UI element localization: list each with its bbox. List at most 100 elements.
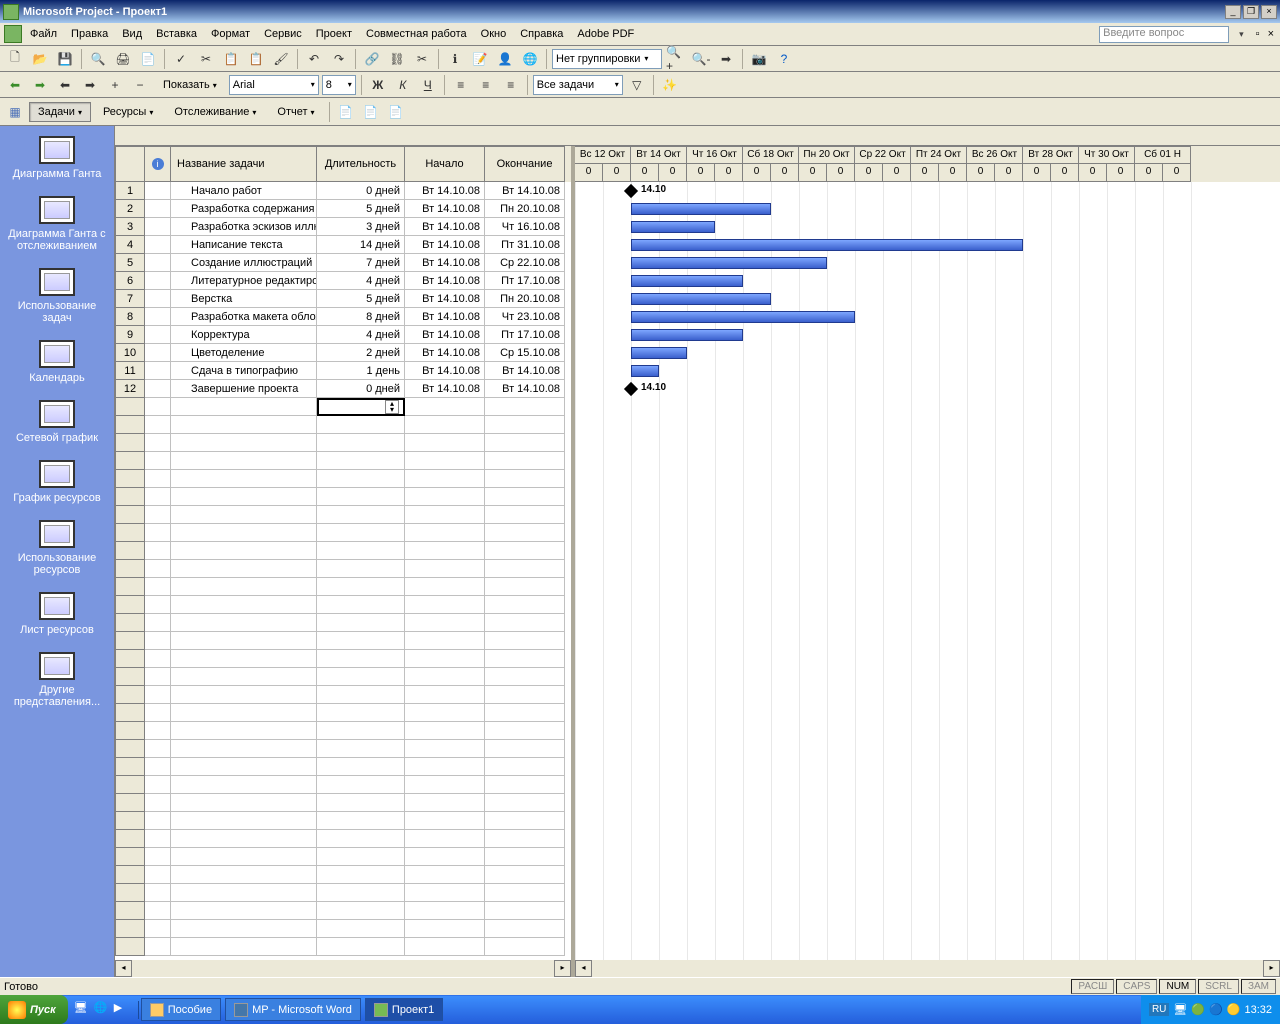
new-button[interactable]: 🗋 — [4, 48, 26, 70]
table-row[interactable] — [115, 704, 571, 722]
copy-picture-button[interactable]: 📷 — [748, 48, 770, 70]
pdf-button-1[interactable]: 📄 — [335, 101, 357, 123]
table-row[interactable] — [115, 884, 571, 902]
close-button[interactable]: × — [1261, 5, 1277, 19]
gantt-bar[interactable] — [631, 257, 827, 269]
tray-icon-1[interactable]: 🖥 — [1173, 1003, 1187, 1016]
taskbar-task-2[interactable]: MP - Microsoft Word — [225, 998, 361, 1021]
table-row[interactable]: 8Разработка макета обложки8 днейВт 14.10… — [115, 308, 571, 326]
gantt-milestone[interactable] — [624, 382, 638, 396]
menu-edit[interactable]: Правка — [65, 25, 114, 43]
wizard-button[interactable]: ✨ — [659, 74, 681, 96]
menu-tools[interactable]: Сервис — [258, 25, 308, 43]
table-row[interactable]: 5Создание иллюстраций7 днейВт 14.10.08Ср… — [115, 254, 571, 272]
table-row[interactable] — [115, 650, 571, 668]
restore-button[interactable]: ❐ — [1243, 5, 1259, 19]
gantt-bar[interactable] — [631, 293, 771, 305]
pdf-button-2[interactable]: 📄 — [360, 101, 382, 123]
doc-restore-button[interactable]: ▫ — [1254, 28, 1262, 40]
view-item-7[interactable]: Лист ресурсов — [0, 582, 114, 642]
table-row[interactable]: 10Цветоделение2 днейВт 14.10.08Ср 15.10.… — [115, 344, 571, 362]
tasks-tab[interactable]: Задачи▾ — [29, 102, 91, 122]
back-button[interactable]: ⬅ — [4, 74, 26, 96]
start-button[interactable]: Пуск — [0, 995, 68, 1024]
table-row[interactable] — [115, 506, 571, 524]
gantt-bar[interactable] — [631, 221, 715, 233]
link-button[interactable]: 🔗 — [361, 48, 383, 70]
tray-icon-2[interactable]: 🟢 — [1191, 1003, 1205, 1016]
gantt-bar[interactable] — [631, 203, 771, 215]
preview-button[interactable]: 📄 — [137, 48, 159, 70]
lang-indicator[interactable]: RU — [1149, 1003, 1169, 1016]
report-tab[interactable]: Отчет▾ — [268, 102, 323, 122]
menu-window[interactable]: Окно — [475, 25, 513, 43]
publish-button[interactable]: 🌐 — [519, 48, 541, 70]
table-row[interactable] — [115, 830, 571, 848]
italic-button[interactable]: К — [392, 74, 414, 96]
taskbar-task-1[interactable]: Пособие — [141, 998, 221, 1021]
table-row[interactable] — [115, 686, 571, 704]
tracking-tab[interactable]: Отслеживание▾ — [165, 102, 265, 122]
forward-button[interactable]: ➡ — [29, 74, 51, 96]
menu-insert[interactable]: Вставка — [150, 25, 203, 43]
gantt-bar[interactable] — [631, 329, 743, 341]
table-row[interactable] — [115, 452, 571, 470]
table-row[interactable] — [115, 938, 571, 956]
gantt-bar[interactable] — [631, 365, 659, 377]
paste-button[interactable]: 📋 — [245, 48, 267, 70]
doc-close-button[interactable]: × — [1266, 28, 1276, 40]
table-row[interactable] — [115, 740, 571, 758]
gantt-hscroll[interactable]: ◂▸ — [575, 960, 1280, 977]
menu-file[interactable]: Файл — [24, 25, 63, 43]
grouping-select[interactable]: Нет группировки▾ — [552, 49, 662, 69]
outdent-button[interactable]: ⬅ — [54, 74, 76, 96]
undo-button[interactable]: ↶ — [303, 48, 325, 70]
table-row[interactable]: 6Литературное редактирование4 днейВт 14.… — [115, 272, 571, 290]
pdf-button-3[interactable]: 📄 — [385, 101, 407, 123]
search-button[interactable]: 🔍 — [87, 48, 109, 70]
gantt-bar[interactable] — [631, 275, 743, 287]
ql-media-icon[interactable]: ▶ — [114, 1001, 132, 1019]
bold-button[interactable]: Ж — [367, 74, 389, 96]
align-center-button[interactable]: ≡ — [475, 74, 497, 96]
table-row[interactable] — [115, 524, 571, 542]
col-info[interactable]: i — [145, 146, 171, 182]
ql-desktop-icon[interactable]: 🖥 — [74, 1001, 92, 1019]
open-button[interactable]: 📂 — [29, 48, 51, 70]
table-row[interactable] — [115, 722, 571, 740]
tray-clock[interactable]: 13:32 — [1244, 1004, 1272, 1016]
font-size-select[interactable]: 8▾ — [322, 75, 356, 95]
menu-pdf[interactable]: Adobe PDF — [571, 25, 640, 43]
align-left-button[interactable]: ≡ — [450, 74, 472, 96]
table-row[interactable] — [115, 668, 571, 686]
table-row[interactable] — [115, 434, 571, 452]
gantt-milestone[interactable] — [624, 184, 638, 198]
show-subtasks-button[interactable]: + — [104, 74, 126, 96]
table-row[interactable] — [115, 920, 571, 938]
tray-icon-4[interactable]: 🟡 — [1227, 1003, 1241, 1016]
view-item-1[interactable]: Диаграмма Ганта с отслеживанием — [0, 186, 114, 258]
cut-button[interactable]: ✂ — [195, 48, 217, 70]
hide-subtasks-button[interactable]: − — [129, 74, 151, 96]
font-select[interactable]: Arial▾ — [229, 75, 319, 95]
col-finish[interactable]: Окончание — [485, 146, 565, 182]
view-item-2[interactable]: Использование задач — [0, 258, 114, 330]
table-row[interactable] — [115, 470, 571, 488]
view-item-4[interactable]: Сетевой график — [0, 390, 114, 450]
table-row[interactable] — [115, 776, 571, 794]
table-row[interactable] — [115, 758, 571, 776]
zoom-out-button[interactable]: 🔍- — [690, 48, 712, 70]
autofilter-button[interactable]: ▽ — [626, 74, 648, 96]
minimize-button[interactable]: _ — [1225, 5, 1241, 19]
menu-format[interactable]: Формат — [205, 25, 256, 43]
gantt-bar[interactable] — [631, 239, 1023, 251]
assign-button[interactable]: 👤 — [494, 48, 516, 70]
notes-button[interactable]: 📝 — [469, 48, 491, 70]
menu-help[interactable]: Справка — [514, 25, 569, 43]
help-button[interactable]: ? — [773, 48, 795, 70]
table-row[interactable] — [115, 794, 571, 812]
table-row[interactable] — [115, 488, 571, 506]
col-name[interactable]: Название задачи — [171, 146, 317, 182]
ql-ie-icon[interactable]: 🌐 — [94, 1001, 112, 1019]
table-row[interactable]: 1Начало работ0 днейВт 14.10.08Вт 14.10.0… — [115, 182, 571, 200]
